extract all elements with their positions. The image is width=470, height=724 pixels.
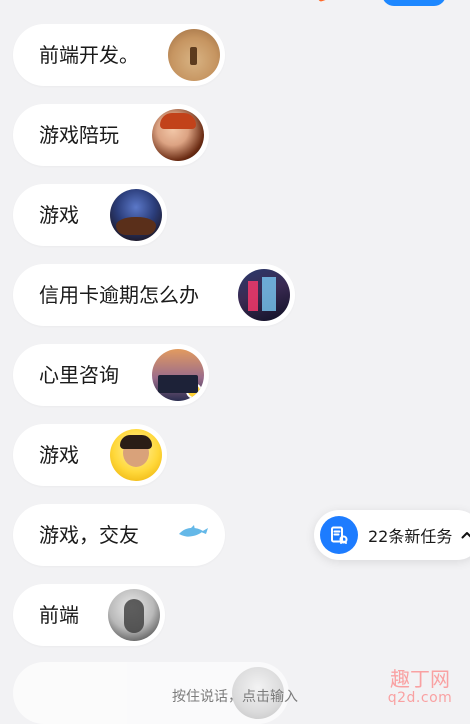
chat-item-label: 信用卡逾期怎么办: [39, 283, 199, 307]
chat-list: 前端开发。 游戏陪玩 游戏 信用卡逾期怎么办 心里咨询 游戏 游戏，交友 前端: [0, 0, 470, 724]
chevron-up-icon: [461, 532, 470, 539]
chat-item[interactable]: 游戏，交友: [13, 504, 225, 566]
watermark-line1: 趣丁网: [390, 667, 450, 691]
chat-item[interactable]: 游戏陪玩: [13, 104, 209, 166]
chat-item[interactable]: 游戏: [13, 424, 167, 486]
task-count-text: 22条新任务: [368, 527, 453, 546]
chat-item-label: 心里咨询: [39, 363, 119, 387]
chat-item-label: 游戏: [39, 203, 79, 227]
site-watermark: 趣丁网 q2d.com: [382, 668, 458, 712]
watermark-line2: q2d.com: [387, 690, 453, 706]
chat-item-label: 游戏: [39, 443, 79, 467]
desert-photo-avatar: [168, 29, 220, 81]
person-portrait-avatar: [110, 429, 162, 481]
chat-item[interactable]: 前端开发。: [13, 24, 225, 86]
chat-item[interactable]: 前端: [13, 584, 165, 646]
night-landscape-avatar: [110, 189, 162, 241]
chat-item[interactable]: 信用卡逾期怎么办: [13, 264, 295, 326]
dolphin-icon: [179, 525, 208, 537]
chat-item[interactable]: 游戏: [13, 184, 167, 246]
chat-item[interactable]: 心里咨询: [13, 344, 209, 406]
chat-item-label: 前端开发。: [39, 43, 139, 67]
ink-portrait-avatar: [108, 589, 160, 641]
chat-item-label: 游戏陪玩: [39, 123, 119, 147]
skyline-avatar: [152, 349, 204, 401]
chat-item-label: 游戏，交友: [39, 523, 139, 547]
new-task-pill[interactable]: 22条新任务: [314, 510, 470, 560]
child-photo-avatar: [152, 109, 204, 161]
chat-item-label: 前端: [39, 603, 79, 627]
city-lights-avatar: [238, 269, 290, 321]
task-icon: [320, 516, 358, 554]
verified-badge-icon: [186, 383, 202, 399]
